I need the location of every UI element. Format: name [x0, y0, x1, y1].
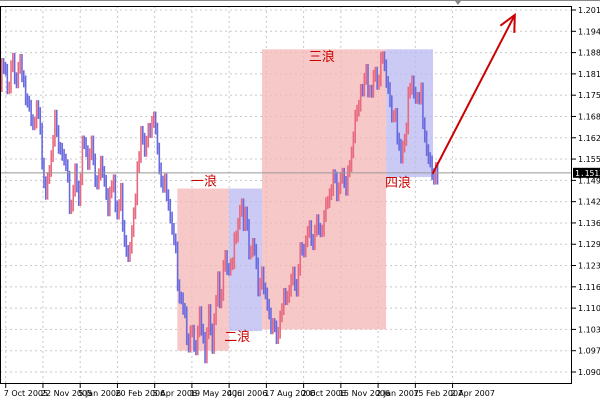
- y-tick-label: 1.1750: [578, 91, 600, 100]
- scroll-marker-icon: [455, 1, 461, 5]
- x-tick-label: 2 Apr 2007: [451, 389, 495, 398]
- y-tick-label: 1.1815: [578, 70, 600, 79]
- chart-window: 一浪二浪 三浪四浪 1.2010 1.1945 1.1880 1.1815 1.1750 1…: [0, 0, 600, 400]
- wave-label: 三浪: [309, 50, 335, 65]
- wave-label: 四浪: [385, 176, 411, 191]
- y-tick-label: 1.1620: [578, 134, 600, 143]
- price-chart: 一浪二浪 三浪四浪 1.2010 1.1945 1.1880 1.1815 1.1750 1…: [0, 0, 600, 398]
- wave-label: 二浪: [224, 330, 250, 345]
- y-tick-label: 1.1425: [578, 198, 600, 207]
- current-price-label: 1.1513: [575, 169, 600, 178]
- y-tick-label: 1.1295: [578, 240, 600, 249]
- y-tick-label: 1.0970: [578, 347, 600, 356]
- y-tick-label: 1.1360: [578, 219, 600, 228]
- forecast-arrow-shaft: [431, 14, 516, 175]
- forecast-arrow: [431, 12, 516, 175]
- y-tick-label: 1.1035: [578, 325, 600, 334]
- y-tick-label: 1.1880: [578, 49, 600, 58]
- y-tick-label: 1.1165: [578, 283, 600, 292]
- y-tick-label: 1.1230: [578, 262, 600, 271]
- y-tick-label: 1.0905: [578, 368, 600, 377]
- wave-label: 一浪: [191, 174, 217, 189]
- y-tick-label: 1.1555: [578, 155, 600, 164]
- y-tick-label: 1.1685: [578, 112, 600, 121]
- y-tick-label: 1.1100: [578, 304, 600, 313]
- y-tick-label: 1.2010: [578, 6, 600, 15]
- x-tick-label: 4 Jul 2006: [227, 389, 267, 398]
- y-tick-label: 1.1945: [578, 27, 600, 36]
